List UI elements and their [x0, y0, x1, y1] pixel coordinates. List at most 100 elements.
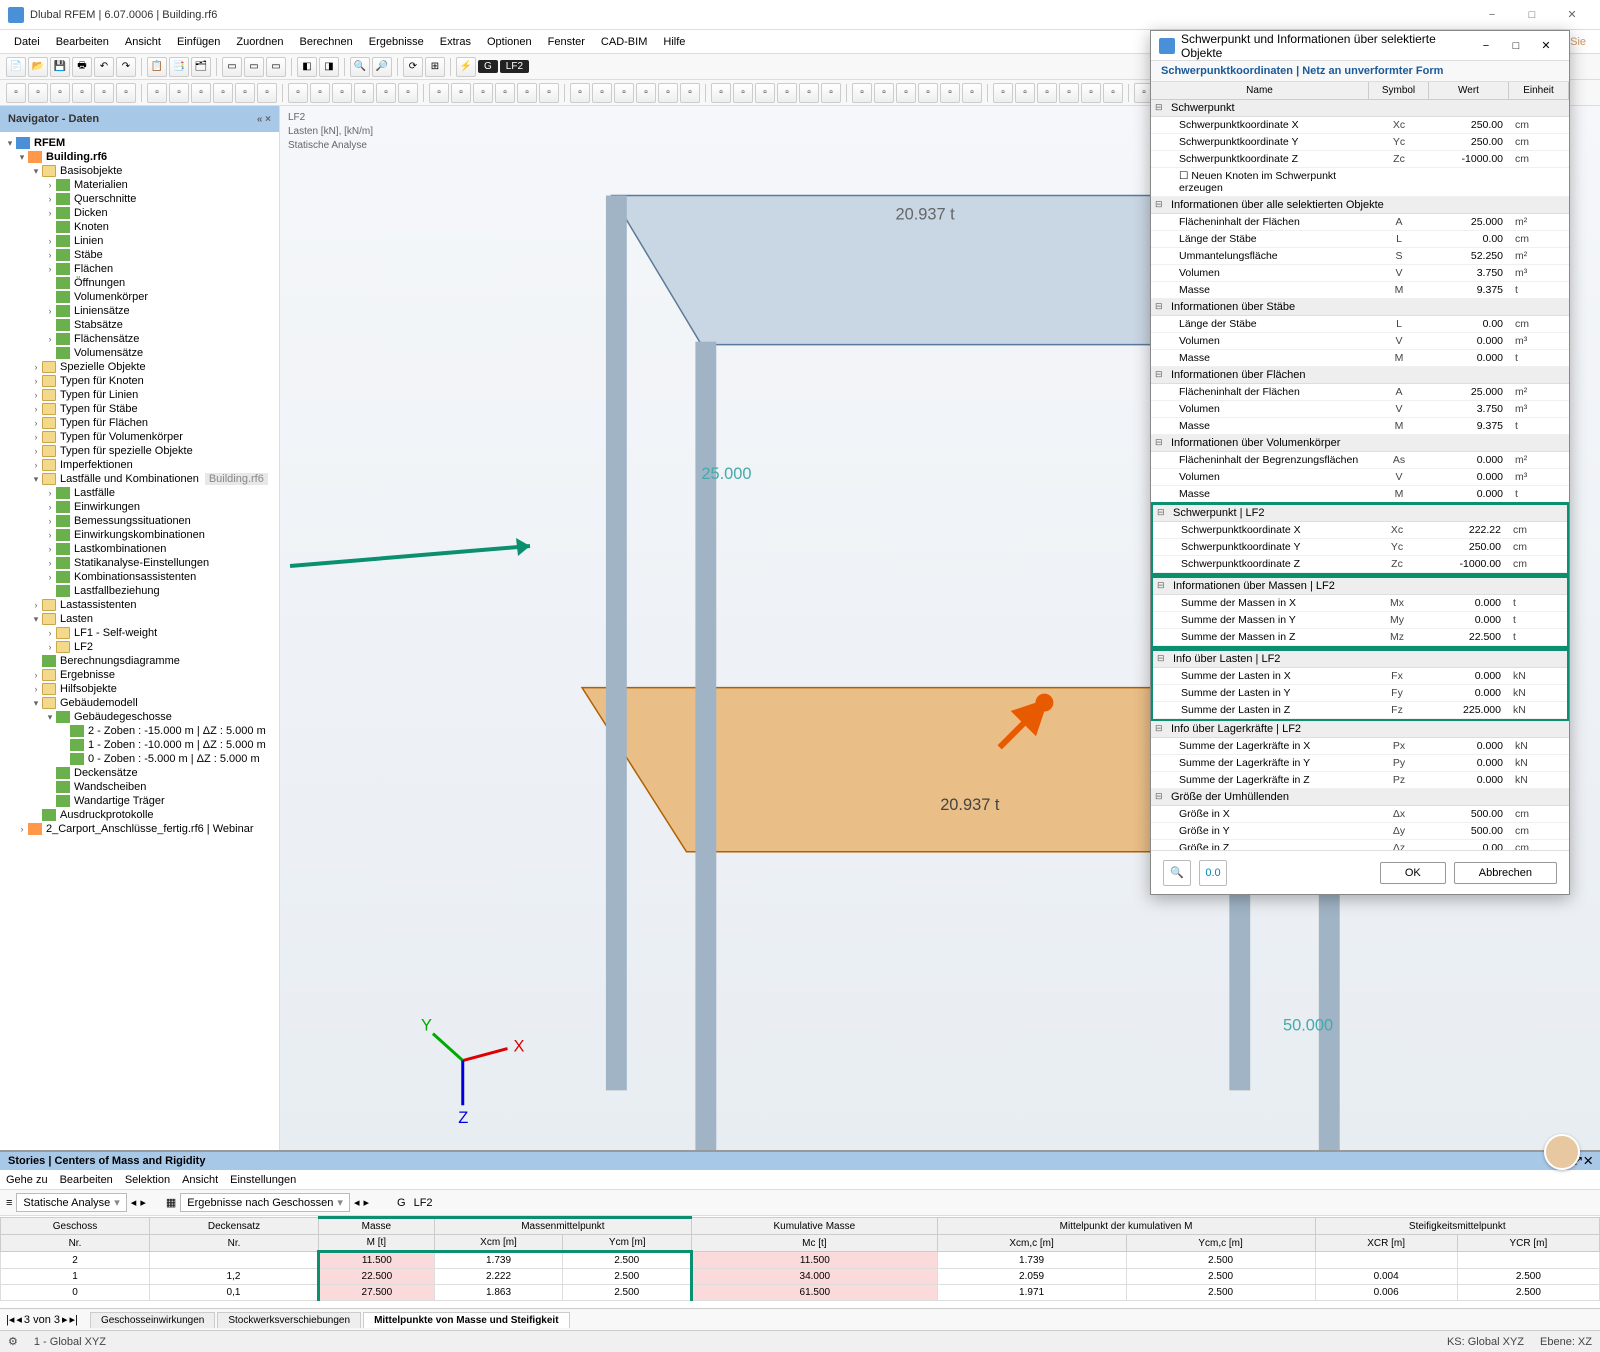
toolbar2-button[interactable]: ▫ — [495, 83, 515, 103]
toolbar-button[interactable]: 📋 — [147, 57, 167, 77]
dialog-group-header[interactable]: Informationen über alle selektierten Obj… — [1151, 197, 1569, 214]
nav-item[interactable]: ›Lastassistenten — [0, 598, 279, 612]
toolbar-button[interactable]: ▭ — [222, 57, 242, 77]
nav-item[interactable]: Wandscheiben — [0, 780, 279, 794]
nav-item[interactable]: Stabsätze — [0, 318, 279, 332]
results-menu-einstellungen[interactable]: Einstellungen — [230, 1174, 296, 1186]
toolbar2-button[interactable]: ▫ — [235, 83, 255, 103]
toolbar2-button[interactable]: ▫ — [310, 83, 330, 103]
toolbar2-button[interactable]: ▫ — [1081, 83, 1101, 103]
toolbar2-button[interactable]: ▫ — [191, 83, 211, 103]
dialog-group-header[interactable]: Informationen über Volumenkörper — [1151, 435, 1569, 452]
nav-item[interactable]: Deckensätze — [0, 766, 279, 780]
menu-cad-bim[interactable]: CAD-BIM — [593, 33, 655, 51]
pill-g[interactable]: G — [397, 1197, 406, 1209]
toolbar2-button[interactable]: ▫ — [116, 83, 136, 103]
toolbar2-button[interactable]: ▫ — [6, 83, 26, 103]
menu-ansicht[interactable]: Ansicht — [117, 33, 169, 51]
results-menu-selektion[interactable]: Selektion — [125, 1174, 170, 1186]
dialog-group-header[interactable]: Info über Lasten | LF2 — [1153, 651, 1567, 668]
toolbar2-button[interactable]: ▫ — [1015, 83, 1035, 103]
toolbar2-button[interactable]: ▫ — [592, 83, 612, 103]
analysis-type-combo[interactable]: Statische Analyse ▾ — [16, 1193, 126, 1212]
toolbar-button[interactable]: 📑 — [169, 57, 189, 77]
user-avatar[interactable] — [1544, 1134, 1580, 1170]
toolbar2-button[interactable]: ▫ — [962, 83, 982, 103]
dialog-maximize-button[interactable]: □ — [1501, 31, 1531, 61]
toolbar2-button[interactable]: ▫ — [614, 83, 634, 103]
nav-item[interactable]: Volumensätze — [0, 346, 279, 360]
toolbar2-button[interactable]: ▫ — [147, 83, 167, 103]
dialog-group-header[interactable]: Schwerpunkt | LF2 — [1153, 505, 1567, 522]
nav-item[interactable]: ›LF1 - Self-weight — [0, 626, 279, 640]
toolbar2-button[interactable]: ▫ — [517, 83, 537, 103]
toolbar-button[interactable]: 📂 — [28, 57, 48, 77]
nav-item[interactable]: ▾Basisobjekte — [0, 164, 279, 178]
nav-item[interactable]: ›Stäbe — [0, 248, 279, 262]
navigator-collapse-icon[interactable]: « × — [257, 114, 271, 125]
toolbar-button[interactable]: 🔎 — [372, 57, 392, 77]
nav-item[interactable]: ›Materialien — [0, 178, 279, 192]
results-tool-icon[interactable]: ≡ — [6, 1197, 12, 1209]
nav-item[interactable]: ▾Lastfälle und KombinationenBuilding.rf6 — [0, 472, 279, 486]
table-row[interactable]: 211.5001.7392.50011.5001.7392.500 — [1, 1252, 1600, 1269]
close-button[interactable]: ✕ — [1552, 0, 1592, 30]
toolbar2-button[interactable]: ▫ — [896, 83, 916, 103]
toolbar2-button[interactable]: ▫ — [755, 83, 775, 103]
nav-item[interactable]: ›Hilfsobjekte — [0, 682, 279, 696]
toolbar2-button[interactable]: ▫ — [429, 83, 449, 103]
maximize-button[interactable]: □ — [1512, 0, 1552, 30]
nav-item[interactable]: Volumenkörper — [0, 290, 279, 304]
results-pager[interactable]: |◂◂ 3 von 3 ▸▸| — [6, 1313, 78, 1326]
results-tool-icon2[interactable]: ▦ — [166, 1196, 176, 1209]
toolbar2-button[interactable]: ▫ — [1059, 83, 1079, 103]
nav-item[interactable]: Knoten — [0, 220, 279, 234]
nav-item[interactable]: ›Typen für Knoten — [0, 374, 279, 388]
toolbar2-button[interactable]: ▫ — [169, 83, 189, 103]
toolbar-button[interactable]: ◧ — [297, 57, 317, 77]
nav-item[interactable]: ›Einwirkungen — [0, 500, 279, 514]
menu-ergebnisse[interactable]: Ergebnisse — [361, 33, 432, 51]
dialog-group-header[interactable]: Informationen über Stäbe — [1151, 299, 1569, 316]
toolbar-pill-LF2[interactable]: LF2 — [500, 60, 529, 73]
toolbar2-button[interactable]: ▫ — [799, 83, 819, 103]
results-tool-prev2[interactable]: ◂ — [354, 1196, 360, 1209]
toolbar2-button[interactable]: ▫ — [354, 83, 374, 103]
nav-item[interactable]: ›Typen für Volumenkörper — [0, 430, 279, 444]
toolbar2-button[interactable]: ▫ — [658, 83, 678, 103]
dialog-body[interactable]: SchwerpunktSchwerpunktkoordinate XXc250.… — [1151, 100, 1569, 850]
dialog-group-header[interactable]: Größe der Umhüllenden — [1151, 789, 1569, 806]
toolbar2-button[interactable]: ▫ — [821, 83, 841, 103]
nav-item[interactable]: 0 - Zoben : -5.000 m | ΔZ : 5.000 m — [0, 752, 279, 766]
toolbar2-button[interactable]: ▫ — [636, 83, 656, 103]
menu-einfuegen[interactable]: Einfügen — [169, 33, 228, 51]
dialog-group-header[interactable]: Informationen über Massen | LF2 — [1153, 578, 1567, 595]
toolbar-pill-G[interactable]: G — [478, 60, 498, 73]
nav-item[interactable]: ›Dicken — [0, 206, 279, 220]
nav-item[interactable]: ›LF2 — [0, 640, 279, 654]
toolbar2-button[interactable]: ▫ — [288, 83, 308, 103]
toolbar-button[interactable]: ⟳ — [403, 57, 423, 77]
nav-item[interactable]: ›Typen für spezielle Objekte — [0, 444, 279, 458]
toolbar-button[interactable]: ↶ — [94, 57, 114, 77]
results-menu-ansicht[interactable]: Ansicht — [182, 1174, 218, 1186]
toolbar-button[interactable]: ↷ — [116, 57, 136, 77]
toolbar-button[interactable]: ⊞ — [425, 57, 445, 77]
toolbar2-button[interactable]: ▫ — [918, 83, 938, 103]
nav-item[interactable]: ›Querschnitte — [0, 192, 279, 206]
nav-item[interactable]: ›Bemessungssituationen — [0, 514, 279, 528]
dialog-group-header[interactable]: Informationen über Flächen — [1151, 367, 1569, 384]
navigator-tree[interactable]: ▾RFEM▾Building.rf6▾Basisobjekte›Material… — [0, 132, 279, 1150]
toolbar-button[interactable]: 🗂 — [191, 57, 211, 77]
toolbar2-button[interactable]: ▫ — [473, 83, 493, 103]
dialog-group-header[interactable]: Schwerpunkt — [1151, 100, 1569, 117]
nav-item[interactable]: ›Lastfälle — [0, 486, 279, 500]
nav-item[interactable]: ›Ergebnisse — [0, 668, 279, 682]
nav-item[interactable]: ▾Gebäudemodell — [0, 696, 279, 710]
nav-item[interactable]: Öffnungen — [0, 276, 279, 290]
nav-item[interactable]: ›Flächen — [0, 262, 279, 276]
nav-item[interactable]: Wandartige Träger — [0, 794, 279, 808]
toolbar2-button[interactable]: ▫ — [257, 83, 277, 103]
nav-item[interactable]: Berechnungsdiagramme — [0, 654, 279, 668]
ok-button[interactable]: OK — [1380, 862, 1446, 884]
